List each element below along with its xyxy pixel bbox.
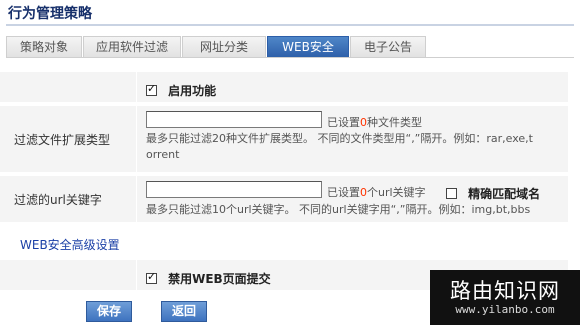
enable-row: 启用功能 [0, 72, 568, 102]
exact-match-label: 精确匹配域名 [468, 187, 541, 201]
tab-bar: 策略对象 应用软件过滤 网址分类 WEB安全 电子公告 [6, 36, 427, 58]
enable-label: 启用功能 [168, 84, 217, 98]
ext-filter-count: 0 [360, 116, 367, 129]
ext-filter-input[interactable] [146, 111, 322, 128]
url-filter-label: 过滤的url关键字 [14, 192, 102, 207]
save-button[interactable]: 保存 [86, 301, 132, 322]
disable-submit-label: 禁用WEB页面提交 [168, 272, 271, 286]
tab-url-category[interactable]: 网址分类 [182, 36, 266, 58]
tab-app-software-filter[interactable]: 应用软件过滤 [83, 36, 181, 58]
url-filter-count: 0 [360, 186, 367, 199]
back-button[interactable]: 返回 [161, 301, 207, 322]
watermark: 路由知识网 www.yilanbo.com [430, 270, 580, 325]
web-security-advanced-link[interactable]: WEB安全高级设置 [20, 236, 120, 253]
ext-filter-label: 过滤文件扩展类型 [14, 132, 111, 147]
tab-web-security[interactable]: WEB安全 [267, 36, 349, 58]
enable-checkbox[interactable] [146, 82, 157, 96]
url-filter-status: 已设置0个url关键字 [327, 186, 426, 199]
disable-submit-checkbox[interactable] [146, 270, 157, 284]
page-title: 行为管理策略 [8, 6, 92, 22]
tab-bulletin[interactable]: 电子公告 [350, 36, 426, 58]
ext-filter-status: 已设置0种文件类型 [327, 116, 422, 129]
exact-match-checkbox[interactable] [446, 188, 457, 199]
title-divider [6, 24, 574, 26]
ext-filter-row: 过滤文件扩展类型 已设置0种文件类型 最多只能过滤20种文件扩展类型。 不同的文… [0, 106, 568, 172]
watermark-title: 路由知识网 [450, 279, 560, 303]
watermark-url: www.yilanbo.com [455, 303, 555, 316]
url-filter-input[interactable] [146, 181, 322, 198]
tab-policy-objects[interactable]: 策略对象 [6, 36, 82, 58]
url-filter-hint: 最多只能过滤10个url关键字。 不同的url关键字用“,”隔开。例如：img,… [146, 203, 531, 216]
url-filter-row: 过滤的url关键字 已设置0个url关键字 精确匹配域名 最多只能过滤10个ur… [0, 176, 568, 222]
exact-match-toggle: 精确匹配域名 [446, 183, 540, 202]
ext-filter-hint: 最多只能过滤20种文件扩展类型。 不同的文件类型用“,”隔开。例如：rar,ex… [146, 132, 533, 161]
tab-underline [6, 57, 574, 58]
